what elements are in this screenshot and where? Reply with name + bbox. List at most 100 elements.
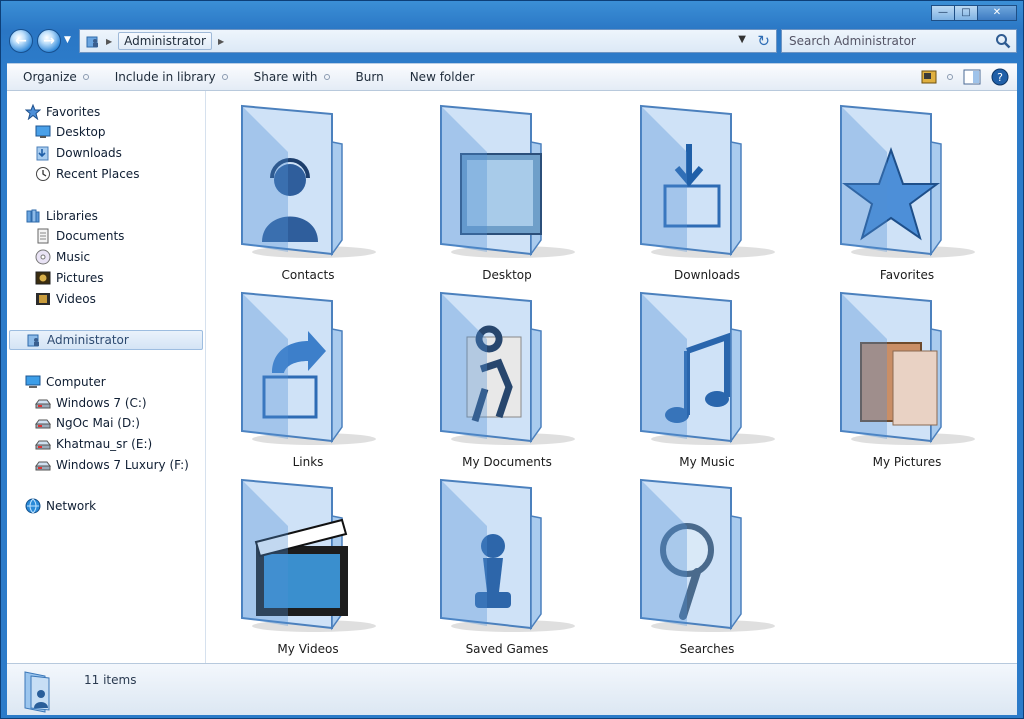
nav-item-downloads[interactable]: Downloads <box>35 143 122 163</box>
nav-computer[interactable]: Computer <box>25 372 106 392</box>
folder-label: Searches <box>679 642 735 656</box>
nav-libraries[interactable]: Libraries <box>25 206 98 226</box>
nav-favorites[interactable]: Favorites <box>25 102 100 122</box>
nav-drive-d-label: NgOc Mai (D:) <box>56 416 140 430</box>
folder-tile[interactable]: Downloads <box>607 96 807 282</box>
folder-tile[interactable]: Desktop <box>407 96 607 282</box>
nav-item-videos[interactable]: Videos <box>35 289 96 309</box>
desktop-icon <box>440 104 575 258</box>
forward-button[interactable]: → <box>37 29 61 53</box>
nav-item-drive-f[interactable]: Windows 7 Luxury (F:) <box>35 455 189 475</box>
search-input[interactable]: Search Administrator <box>781 29 1017 53</box>
documents-icon <box>440 291 575 445</box>
nav-item-administrator[interactable]: Administrator <box>9 330 203 350</box>
item-count: 11 items <box>84 673 137 687</box>
breadcrumb-administrator[interactable]: Administrator <box>118 32 212 50</box>
desktop-icon <box>35 125 51 138</box>
address-separator[interactable]: ▶ <box>106 37 112 46</box>
nav-libraries-label: Libraries <box>46 209 98 223</box>
folder-tile[interactable]: My Pictures <box>807 283 1007 469</box>
libraries-icon <box>26 209 40 223</box>
organize-dropdown-icon <box>82 74 89 80</box>
videos-filmstrip-icon <box>36 293 50 305</box>
links-icon <box>241 291 376 445</box>
address-bar[interactable]: ▶ Administrator ▶ ▼ ↻ <box>79 29 777 53</box>
downloads-icon <box>640 104 775 258</box>
organize-label: Organize <box>23 70 77 84</box>
share-dropdown-icon <box>323 74 330 80</box>
content-area: Favorites Desktop Downloads Recent Place… <box>7 91 1017 663</box>
toolbar-right: ? <box>911 68 1009 86</box>
chess-pawn-icon <box>440 478 575 632</box>
folder-label: Downloads <box>674 268 740 282</box>
file-list[interactable]: Contacts Desktop Downloads Favorites Links My… <box>207 91 1019 663</box>
nav-drive-e-label: Khatmau_sr (E:) <box>56 437 153 451</box>
pictures-icon <box>840 291 975 445</box>
folder-label: Saved Games <box>465 642 549 656</box>
hard-drive-icon <box>35 461 51 471</box>
folder-tile[interactable]: Saved Games <box>407 470 607 656</box>
navigation-pane[interactable]: Favorites Desktop Downloads Recent Place… <box>7 91 206 663</box>
folder-label: My Videos <box>277 642 339 656</box>
address-dropdown-icon[interactable]: ▼ <box>738 34 746 45</box>
nav-desktop-label: Desktop <box>56 125 106 139</box>
nav-item-desktop[interactable]: Desktop <box>35 122 106 142</box>
nav-item-documents[interactable]: Documents <box>35 226 124 246</box>
nav-network[interactable]: Network <box>25 496 96 516</box>
minimize-button[interactable]: — <box>931 5 955 21</box>
help-icon[interactable]: ? <box>991 68 1009 86</box>
nav-item-drive-d[interactable]: NgOc Mai (D:) <box>35 413 140 433</box>
folder-label: Contacts <box>281 268 335 282</box>
folder-tile[interactable]: My Music <box>607 283 807 469</box>
folder-tile[interactable]: Favorites <box>807 96 1007 282</box>
nav-pictures-label: Pictures <box>56 271 104 285</box>
burn-button[interactable]: Burn <box>340 70 394 84</box>
new-folder-button[interactable]: New folder <box>394 70 485 84</box>
search-icon[interactable] <box>995 33 1011 49</box>
folder-tile[interactable]: My Documents <box>407 283 607 469</box>
computer-icon <box>25 375 41 388</box>
folder-tile[interactable]: My Videos <box>208 470 408 656</box>
svg-text:?: ? <box>997 71 1003 84</box>
organize-button[interactable]: Organize <box>7 70 99 84</box>
back-button[interactable]: ← <box>9 29 33 53</box>
nav-item-recent-places[interactable]: Recent Places <box>35 164 139 184</box>
recent-pages-dropdown-icon[interactable]: ▼ <box>64 35 71 45</box>
refresh-icon[interactable]: ↻ <box>757 32 770 50</box>
nav-favorites-label: Favorites <box>46 105 101 119</box>
nav-music-label: Music <box>56 250 91 264</box>
folder-tile[interactable]: Contacts <box>208 96 408 282</box>
command-bar: Organize Include in library Share with B… <box>7 63 1017 91</box>
folder-label: Links <box>292 455 324 469</box>
downloads-folder-icon <box>36 146 49 161</box>
hard-drive-icon <box>35 399 51 409</box>
nav-item-drive-c[interactable]: Windows 7 (C:) <box>35 393 147 413</box>
nav-administrator-label: Administrator <box>47 333 129 347</box>
close-button[interactable]: ✕ <box>977 5 1017 21</box>
user-folder-icon <box>86 36 98 48</box>
nav-item-drive-e[interactable]: Khatmau_sr (E:) <box>35 434 152 454</box>
share-with-button[interactable]: Share with <box>238 70 340 84</box>
details-pane: 11 items <box>7 663 1017 715</box>
change-view-icon[interactable] <box>921 69 937 85</box>
nav-recent-places-label: Recent Places <box>56 167 140 181</box>
magnifier-icon <box>640 478 775 632</box>
nav-drive-c-label: Windows 7 (C:) <box>56 396 147 410</box>
nav-network-label: Network <box>46 499 97 513</box>
preview-pane-icon[interactable] <box>963 69 981 85</box>
hard-drive-icon <box>35 419 51 429</box>
music-disc-icon <box>35 249 51 265</box>
hard-drive-icon <box>35 440 51 450</box>
folder-label: Desktop <box>482 268 532 282</box>
include-in-library-button[interactable]: Include in library <box>99 70 238 84</box>
nav-item-music[interactable]: Music <box>35 247 90 267</box>
network-globe-icon <box>25 498 41 514</box>
nav-item-pictures[interactable]: Pictures <box>35 268 104 288</box>
view-options-icon[interactable] <box>947 74 953 80</box>
burn-label: Burn <box>355 70 384 84</box>
folder-tile[interactable]: Searches <box>607 470 807 656</box>
address-separator-end[interactable]: ▶ <box>218 37 224 46</box>
folder-tile[interactable]: Links <box>208 283 408 469</box>
maximize-button[interactable]: □ <box>954 5 978 21</box>
star-icon <box>840 104 975 258</box>
